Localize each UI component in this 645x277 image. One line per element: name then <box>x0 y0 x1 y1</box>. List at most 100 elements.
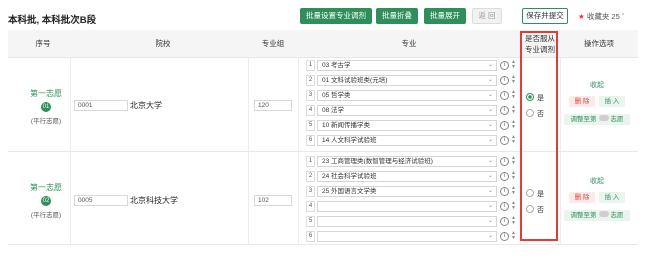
move-arrows-icon[interactable]: ▲ ▼ <box>511 120 516 130</box>
major-row: 2 01 文科试验班类(元培) ⌄ i ▲ ▼ <box>306 75 521 86</box>
info-icon[interactable]: i <box>500 76 509 85</box>
info-icon[interactable]: i <box>500 136 509 145</box>
major-select[interactable]: 03 考古学 ⌄ <box>317 60 497 71</box>
volunteer-note: (平行志愿) <box>30 212 62 219</box>
info-icon[interactable]: i <box>500 202 509 211</box>
col-major: 专业 <box>401 39 417 48</box>
chevron-down-icon: ⌄ <box>487 107 493 113</box>
major-select[interactable]: 05 哲学类 ⌄ <box>317 90 497 101</box>
delete-button[interactable]: 删 除 <box>569 192 595 203</box>
major-row: 6 14 人文科学试验班 ⌄ i ▲ ▼ <box>306 135 521 146</box>
major-name: 10 新闻传播学类 <box>322 122 371 129</box>
major-select[interactable]: 25 外国语言文学类 ⌄ <box>317 186 497 197</box>
info-icon[interactable]: i <box>500 106 509 115</box>
major-select[interactable]: ⌄ <box>317 216 497 227</box>
move-arrows-icon[interactable]: ▲ ▼ <box>511 156 516 166</box>
favorites-label: 收藏夹 25 <box>586 12 620 21</box>
collapse-link[interactable]: 收起 <box>590 80 604 90</box>
info-icon[interactable]: i <box>500 232 509 241</box>
school-code-input[interactable]: 0001 <box>74 100 128 111</box>
col-school: 院校 <box>155 39 171 48</box>
major-name: 25 外国语言文学类 <box>322 188 377 195</box>
major-name: 08 法学 <box>322 107 345 114</box>
major-select[interactable]: 24 社会科学试验班 ⌄ <box>317 171 497 182</box>
major-row: 5 10 新闻传播学类 ⌄ i ▲ ▼ <box>306 120 521 131</box>
chevron-down-icon: ⌄ <box>487 218 493 224</box>
major-row: 4 ⌄ i ▲ ▼ <box>306 201 521 212</box>
info-icon[interactable]: i <box>500 91 509 100</box>
move-arrows-icon[interactable]: ▲ ▼ <box>511 105 516 115</box>
adjust-position-control[interactable]: 调整至第 志愿 <box>564 210 630 221</box>
move-arrows-icon[interactable]: ▲ ▼ <box>511 171 516 181</box>
position-select[interactable] <box>598 115 609 121</box>
move-arrows-icon[interactable]: ▲ ▼ <box>511 186 516 196</box>
batch-expand-button[interactable]: 批量展开 <box>424 8 466 24</box>
volunteer-label: 志愿 <box>610 116 624 123</box>
adjust-position-control[interactable]: 调整至第 志愿 <box>564 114 630 125</box>
school-code-input[interactable]: 0005 <box>74 195 128 206</box>
info-icon[interactable]: i <box>500 217 509 226</box>
adjust-to-label: 调整至第 <box>570 212 597 219</box>
move-arrows-icon[interactable]: ▲ ▼ <box>511 135 516 145</box>
move-arrows-icon[interactable]: ▲ ▼ <box>511 90 516 100</box>
move-arrows-icon[interactable]: ▲ ▼ <box>511 75 516 85</box>
major-index: 4 <box>306 105 315 116</box>
insert-button[interactable]: 插 入 <box>599 192 625 203</box>
major-row: 3 25 外国语言文学类 ⌄ i ▲ ▼ <box>306 186 521 197</box>
group-code-input[interactable]: 102 <box>254 195 292 206</box>
chevron-down-icon: ⌄ <box>487 122 493 128</box>
major-row: 1 03 考古学 ⌄ i ▲ ▼ <box>306 60 521 71</box>
insert-button[interactable]: 插 入 <box>599 96 625 107</box>
adjust-highlight-box <box>520 31 558 241</box>
adjust-to-label: 调整至第 <box>570 116 597 123</box>
major-name: 24 社会科学试验班 <box>322 173 377 180</box>
major-select[interactable]: 23 工商管理类(数智管理与经济试验班) ⌄ <box>317 156 497 167</box>
major-index: 5 <box>306 120 315 131</box>
col-ops: 操作选项 <box>584 39 614 48</box>
move-arrows-icon[interactable]: ▲ ▼ <box>511 201 516 211</box>
group-code-input[interactable]: 120 <box>254 100 292 111</box>
info-icon[interactable]: i <box>500 187 509 196</box>
major-select[interactable]: ⌄ <box>317 201 497 212</box>
major-index: 1 <box>306 60 315 71</box>
page-title: 本科批, 本科批次B段 <box>8 15 97 26</box>
chevron-down-icon: ⌄ <box>487 188 493 194</box>
position-select[interactable] <box>598 211 609 217</box>
major-index: 6 <box>306 135 315 146</box>
major-select[interactable]: 08 法学 ⌄ <box>317 105 497 116</box>
favorites-button[interactable]: ★ 收藏夹 25 ˇ <box>578 11 624 22</box>
major-index: 1 <box>306 156 315 167</box>
volunteer-note: (平行志愿) <box>30 118 62 125</box>
major-name: 01 文科试验班类(元培) <box>322 77 388 84</box>
info-icon[interactable]: i <box>500 121 509 130</box>
move-arrows-icon[interactable]: ▲ ▼ <box>511 231 516 241</box>
major-row: 3 05 哲学类 ⌄ i ▲ ▼ <box>306 90 521 101</box>
chevron-down-icon: ⌄ <box>487 203 493 209</box>
batch-set-adjust-button[interactable]: 批量设置专业调剂 <box>300 8 372 24</box>
delete-button[interactable]: 删 除 <box>569 96 595 107</box>
major-select[interactable]: ⌄ <box>317 231 497 242</box>
major-index: 6 <box>306 231 315 242</box>
major-select[interactable]: 01 文科试验班类(元培) ⌄ <box>317 75 497 86</box>
move-arrows-icon[interactable]: ▲ ▼ <box>511 216 516 226</box>
major-select[interactable]: 14 人文科学试验班 ⌄ <box>317 135 497 146</box>
info-icon[interactable]: i <box>500 61 509 70</box>
collapse-link[interactable]: 收起 <box>590 176 604 186</box>
major-row: 5 ⌄ i ▲ ▼ <box>306 216 521 227</box>
major-name: 05 哲学类 <box>322 92 351 99</box>
col-group: 专业组 <box>261 39 285 48</box>
info-icon[interactable]: i <box>500 172 509 181</box>
save-submit-button[interactable]: 保存并提交 <box>522 8 568 24</box>
chevron-down-icon: ⌄ <box>487 77 493 83</box>
info-icon[interactable]: i <box>500 157 509 166</box>
major-index: 2 <box>306 171 315 182</box>
major-select[interactable]: 10 新闻传播学类 ⌄ <box>317 120 497 131</box>
school-name: 北京科技大学 <box>130 196 178 205</box>
col-seq: 序号 <box>35 39 51 48</box>
major-index: 4 <box>306 201 315 212</box>
move-arrows-icon[interactable]: ▲ ▼ <box>511 60 516 70</box>
back-button[interactable]: 返 回 <box>472 8 502 24</box>
batch-collapse-button[interactable]: 批量折叠 <box>376 8 418 24</box>
chevron-down-icon: ⌄ <box>487 92 493 98</box>
major-name: 14 人文科学试验班 <box>322 137 377 144</box>
